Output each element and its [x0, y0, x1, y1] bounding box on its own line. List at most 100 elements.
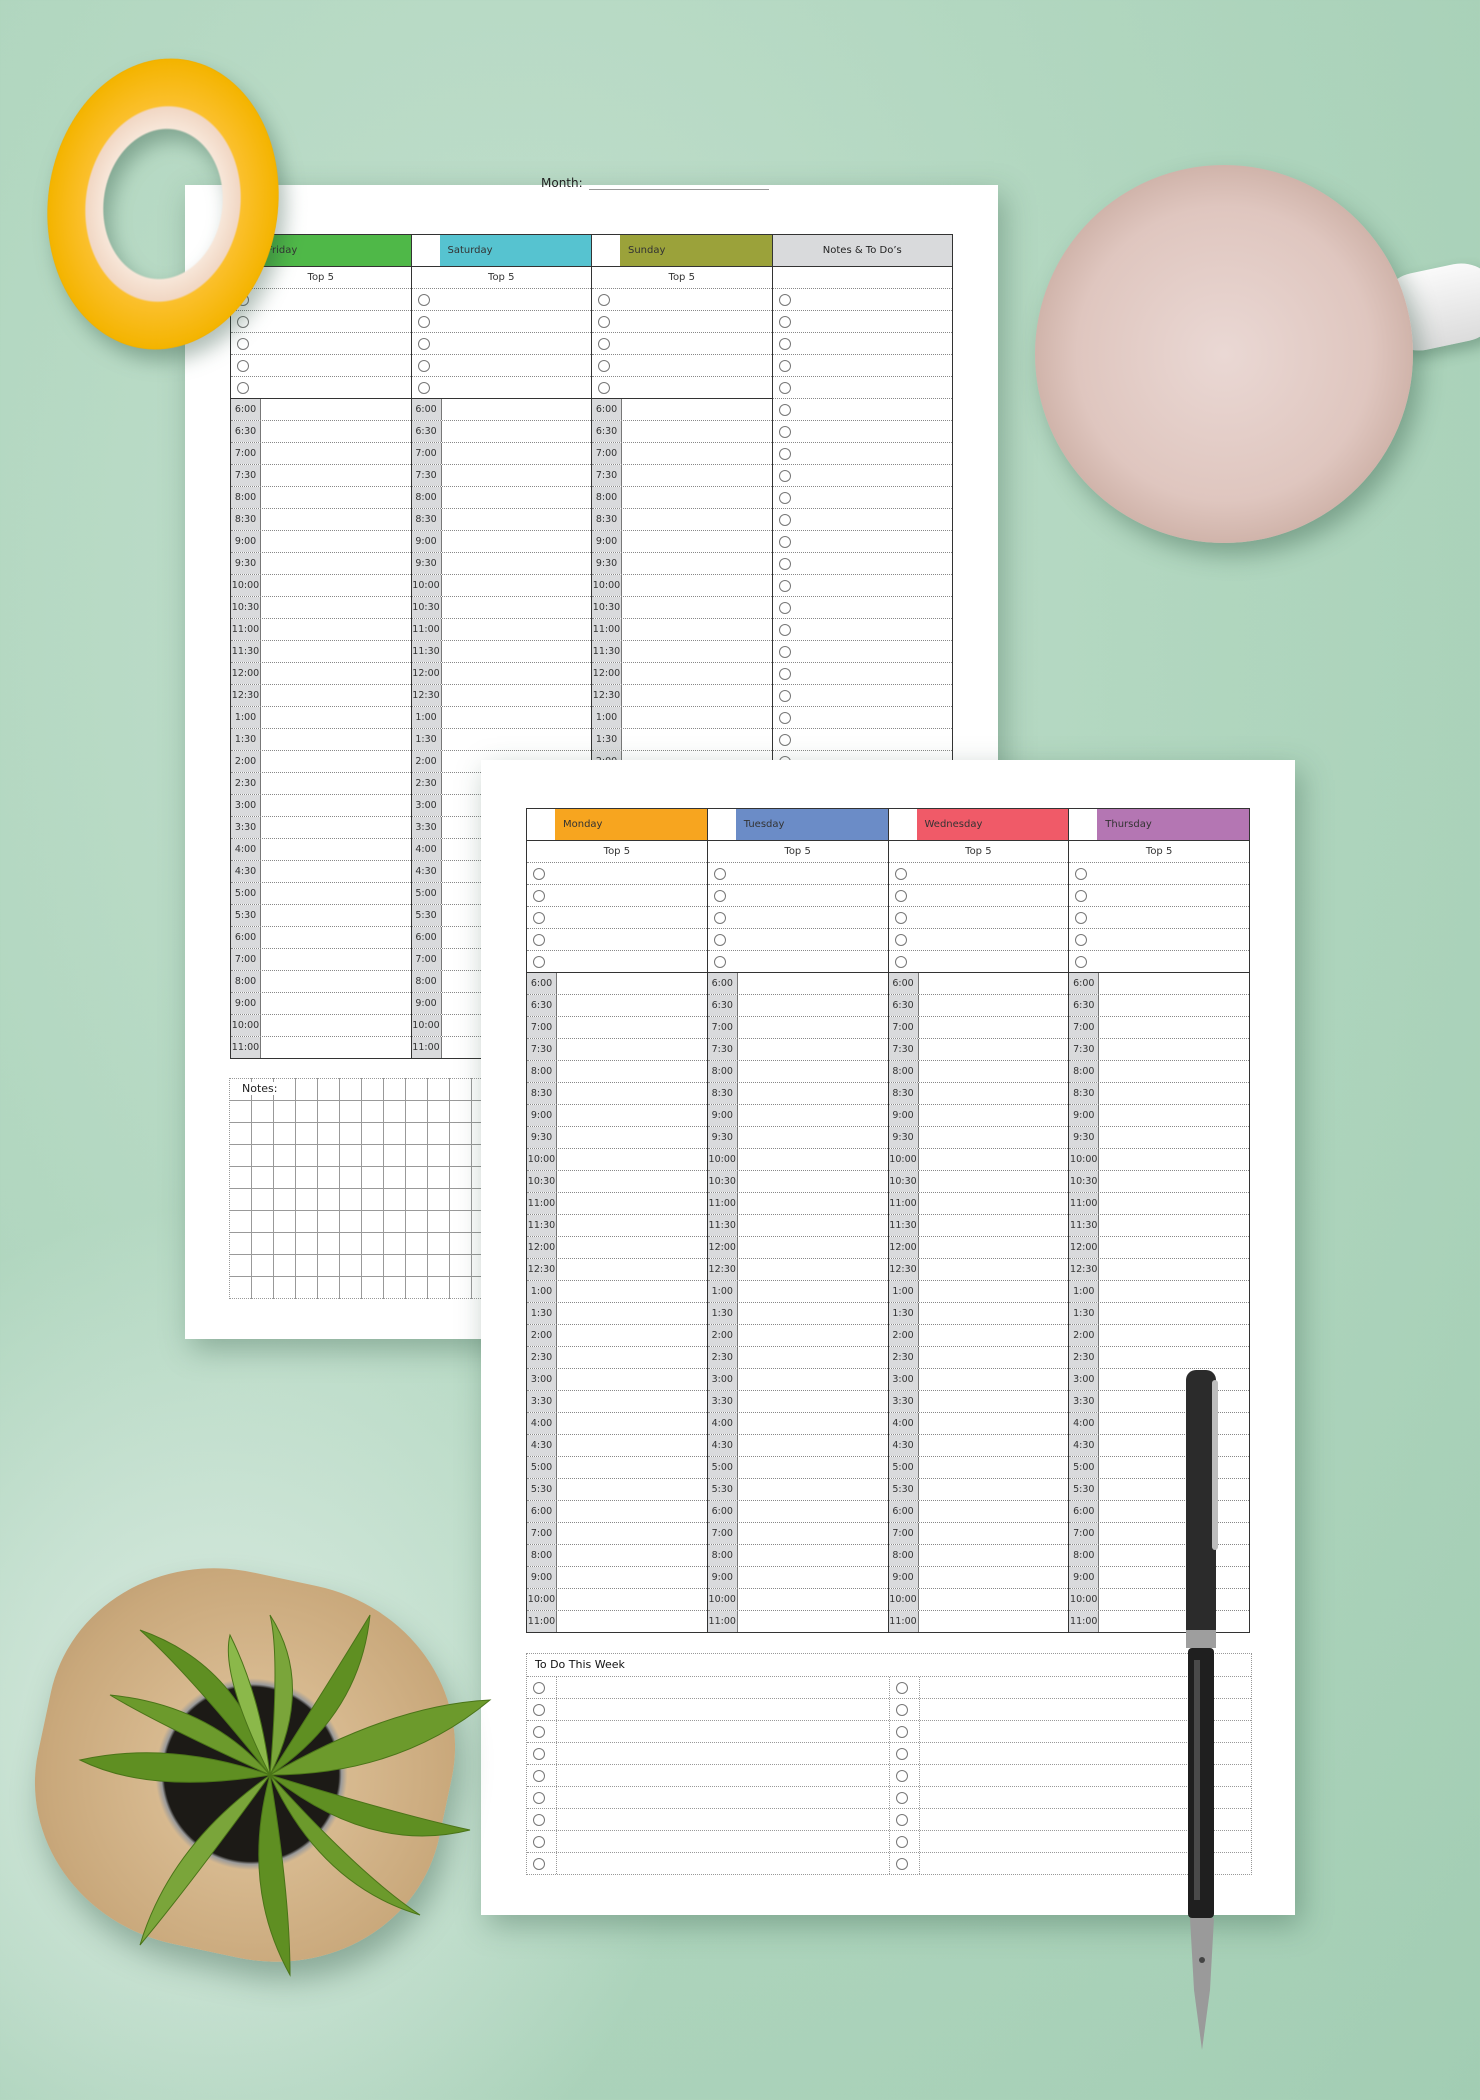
top5-item[interactable]: [706, 862, 889, 885]
time-slot[interactable]: 8:30: [887, 1082, 1070, 1105]
time-slot[interactable]: 6:00: [526, 1500, 708, 1523]
checkbox-circle-icon[interactable]: [895, 1813, 908, 1826]
time-slot[interactable]: 5:00: [230, 882, 412, 905]
time-slot[interactable]: 8:00: [230, 486, 412, 509]
time-slot[interactable]: 9:00: [887, 1566, 1070, 1589]
checkbox-circle-icon[interactable]: [778, 645, 791, 658]
time-slot[interactable]: 6:00: [1068, 972, 1250, 995]
time-slot[interactable]: 6:00: [230, 398, 412, 421]
time-slot[interactable]: 4:30: [706, 1434, 889, 1457]
time-slot[interactable]: 7:00: [887, 1522, 1070, 1545]
time-slot[interactable]: 9:00: [526, 1104, 708, 1127]
checkbox-circle-icon[interactable]: [778, 447, 791, 460]
todo-checkbox[interactable]: [527, 1809, 557, 1830]
time-slot[interactable]: 1:00: [526, 1280, 708, 1303]
todo-item[interactable]: [527, 1831, 889, 1852]
time-slot[interactable]: 9:30: [1068, 1126, 1250, 1149]
time-slot[interactable]: 6:30: [706, 994, 889, 1017]
time-slot[interactable]: 7:00: [410, 442, 592, 465]
notes-item[interactable]: [771, 640, 953, 663]
top5-item[interactable]: [526, 906, 708, 929]
time-slot[interactable]: 7:00: [526, 1016, 708, 1039]
top5-item[interactable]: [591, 376, 773, 399]
time-slot[interactable]: 11:00: [887, 1610, 1070, 1633]
top5-item[interactable]: [526, 884, 708, 907]
top5-item[interactable]: [706, 928, 889, 951]
time-slot[interactable]: 3:30: [230, 816, 412, 839]
time-slot[interactable]: 8:00: [591, 486, 773, 509]
notes-item[interactable]: [771, 376, 953, 399]
top5-item[interactable]: [230, 332, 412, 355]
notes-item[interactable]: [771, 574, 953, 597]
top5-item[interactable]: [706, 884, 889, 907]
time-slot[interactable]: 8:30: [230, 508, 412, 531]
top5-item[interactable]: [410, 376, 592, 399]
time-slot[interactable]: 11:30: [887, 1214, 1070, 1237]
checkbox-circle-icon[interactable]: [778, 381, 791, 394]
top5-item[interactable]: [591, 332, 773, 355]
checkbox-circle-icon[interactable]: [533, 1681, 545, 1694]
time-slot[interactable]: 10:00: [410, 574, 592, 597]
time-slot[interactable]: 1:30: [887, 1302, 1070, 1325]
checkbox-circle-icon[interactable]: [778, 513, 791, 526]
checkbox-circle-icon[interactable]: [778, 711, 791, 724]
checkbox-circle-icon[interactable]: [778, 315, 791, 328]
time-slot[interactable]: 8:30: [591, 508, 773, 531]
time-slot[interactable]: 12:30: [230, 684, 412, 707]
top5-item[interactable]: [526, 928, 708, 951]
notes-item[interactable]: [771, 332, 953, 355]
top5-item[interactable]: [591, 354, 773, 377]
notes-item[interactable]: [771, 288, 953, 311]
checkbox-circle-icon[interactable]: [533, 1813, 545, 1826]
checkbox-circle-icon[interactable]: [1075, 955, 1088, 968]
time-slot[interactable]: 2:30: [230, 772, 412, 795]
time-slot[interactable]: 8:00: [526, 1544, 708, 1567]
time-slot[interactable]: 1:30: [230, 728, 412, 751]
time-slot[interactable]: 1:30: [526, 1302, 708, 1325]
time-slot[interactable]: 4:30: [230, 860, 412, 883]
time-slot[interactable]: 12:00: [230, 662, 412, 685]
checkbox-circle-icon[interactable]: [533, 1725, 545, 1738]
checkbox-circle-icon[interactable]: [598, 337, 610, 350]
time-slot[interactable]: 9:00: [526, 1566, 708, 1589]
time-slot[interactable]: 1:00: [706, 1280, 889, 1303]
time-slot[interactable]: 7:00: [706, 1522, 889, 1545]
time-slot[interactable]: 9:30: [526, 1126, 708, 1149]
time-slot[interactable]: 2:00: [887, 1324, 1070, 1347]
time-slot[interactable]: 10:00: [706, 1588, 889, 1611]
time-slot[interactable]: 7:00: [230, 948, 412, 971]
todo-item[interactable]: [527, 1765, 889, 1786]
checkbox-circle-icon[interactable]: [778, 601, 791, 614]
time-slot[interactable]: 10:30: [230, 596, 412, 619]
time-slot[interactable]: 11:30: [1068, 1214, 1250, 1237]
time-slot[interactable]: 10:30: [887, 1170, 1070, 1193]
time-slot[interactable]: 12:00: [410, 662, 592, 685]
notes-item[interactable]: [771, 442, 953, 465]
todo-checkbox[interactable]: [527, 1699, 557, 1720]
time-slot[interactable]: 7:30: [410, 464, 592, 487]
time-slot[interactable]: 2:00: [526, 1324, 708, 1347]
time-slot[interactable]: 9:00: [706, 1104, 889, 1127]
checkbox-circle-icon[interactable]: [778, 469, 791, 482]
checkbox-circle-icon[interactable]: [778, 425, 791, 438]
time-slot[interactable]: 7:00: [230, 442, 412, 465]
checkbox-circle-icon[interactable]: [533, 933, 545, 946]
time-slot[interactable]: 6:00: [706, 1500, 889, 1523]
notes-item[interactable]: [771, 618, 953, 641]
time-slot[interactable]: 6:30: [526, 994, 708, 1017]
time-slot[interactable]: 7:00: [591, 442, 773, 465]
checkbox-circle-icon[interactable]: [894, 889, 907, 902]
time-slot[interactable]: 10:00: [230, 1014, 412, 1037]
todo-checkbox[interactable]: [890, 1677, 920, 1698]
time-slot[interactable]: 2:00: [230, 750, 412, 773]
time-slot[interactable]: 3:30: [706, 1390, 889, 1413]
time-slot[interactable]: 10:00: [526, 1148, 708, 1171]
time-slot[interactable]: 11:00: [230, 1036, 412, 1059]
time-slot[interactable]: 9:00: [230, 530, 412, 553]
time-slot[interactable]: 7:00: [706, 1016, 889, 1039]
checkbox-circle-icon[interactable]: [598, 293, 610, 306]
top5-item[interactable]: [706, 906, 889, 929]
time-slot[interactable]: 10:30: [1068, 1170, 1250, 1193]
time-slot[interactable]: 6:00: [591, 398, 773, 421]
top5-item[interactable]: [887, 906, 1070, 929]
